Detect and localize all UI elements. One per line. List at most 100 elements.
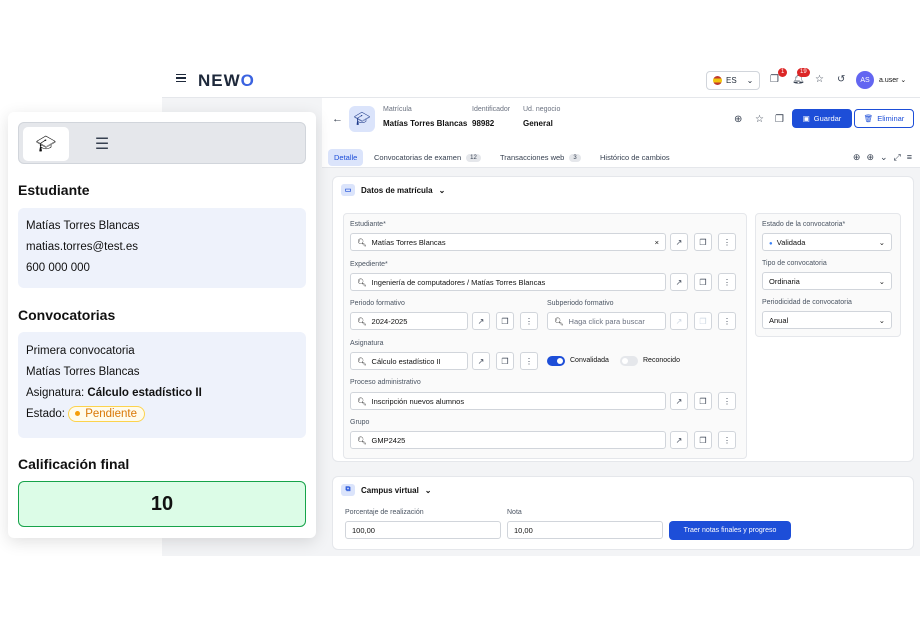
spain-flag-icon <box>713 76 722 85</box>
header-value-identificador: 98982 <box>472 119 495 128</box>
favorite-star-icon[interactable]: ☆ <box>755 114 764 125</box>
campus-virtual-header[interactable]: ⧉ Campus virtual ⌄ <box>341 484 432 496</box>
copy-icon[interactable]: ❐ <box>496 352 514 370</box>
more-options-icon[interactable]: ⋮ <box>718 273 736 291</box>
estudiante-input[interactable]: 🔍︎ Matías Torres Blancas × <box>350 233 666 251</box>
more-options-icon[interactable]: ⋮ <box>718 431 736 449</box>
expediente-label: Expediente* <box>350 261 388 268</box>
view-switcher: 🎓︎ ☰ <box>18 122 306 164</box>
copy-icon[interactable]: ❐ <box>694 233 712 251</box>
more-options-icon[interactable]: ⋮ <box>718 392 736 410</box>
back-arrow-icon[interactable]: ← <box>332 113 343 125</box>
list-menu-icon[interactable]: ≡ <box>907 152 912 163</box>
calificacion-title: Calificación final <box>18 456 130 472</box>
add-tab-icon[interactable]: ⊕ <box>853 152 861 163</box>
convalidada-label: Convalidada <box>570 357 609 364</box>
periodo-label: Periodo formativo <box>350 300 405 307</box>
more-options-icon[interactable]: ⋮ <box>520 352 538 370</box>
traer-notas-button[interactable]: Traer notas finales y progreso <box>669 521 791 540</box>
open-external-icon[interactable]: ↗ <box>472 312 490 330</box>
reconocido-toggle[interactable] <box>620 356 638 366</box>
clipboard-icon[interactable]: ❐ <box>770 74 779 85</box>
add-circle-icon[interactable]: ⊕ <box>734 114 742 125</box>
copy-icon[interactable]: ❐ <box>694 273 712 291</box>
copy-icon[interactable]: ❐ <box>694 431 712 449</box>
copy-icon[interactable]: ❐ <box>775 114 784 125</box>
search-icon: 🔍︎ <box>357 237 367 247</box>
save-button[interactable]: ▣ Guardar <box>792 109 852 128</box>
menu-icon[interactable] <box>176 74 186 82</box>
porcentaje-input[interactable]: 100,00 <box>345 521 501 539</box>
tipo-convocatoria-select[interactable]: Ordinaria ⌄ <box>762 272 892 290</box>
student-name: Matías Torres Blancas <box>26 220 140 232</box>
copy-icon[interactable]: ❐ <box>496 312 514 330</box>
open-external-icon[interactable]: ↗ <box>670 233 688 251</box>
periodicidad-select[interactable]: Anual ⌄ <box>762 311 892 329</box>
list-view-icon[interactable]: ☰ <box>79 127 125 161</box>
tab-detalle[interactable]: Detalle <box>328 149 364 166</box>
avatar[interactable]: AS <box>856 71 874 89</box>
tab-transacciones[interactable]: Transacciones web 3 <box>494 149 587 166</box>
tab-convocatorias[interactable]: Convocatorias de examen 12 <box>368 149 487 166</box>
asignatura-label: Asignatura <box>350 340 384 347</box>
chevron-down-icon: ⌄ <box>424 485 432 495</box>
more-options-icon[interactable]: ⋮ <box>718 233 736 251</box>
tab-historico[interactable]: Histórico de cambios <box>594 149 676 166</box>
search-icon: 🔍︎ <box>554 316 564 326</box>
add-icon[interactable]: ⊕ <box>866 152 874 163</box>
search-icon: 🔍︎ <box>357 316 367 326</box>
convocatorias-title: Convocatorias <box>18 307 116 323</box>
estudiante-title: Estudiante <box>18 182 90 198</box>
convalidada-toggle[interactable] <box>547 356 565 366</box>
convocatoria-name: Primera convocatoria <box>26 345 135 357</box>
user-menu[interactable]: a.user ⌄ <box>879 76 906 84</box>
subperiodo-input[interactable]: 🔍︎ Haga click para buscar <box>547 312 666 330</box>
open-external-icon[interactable]: ↗ <box>670 431 688 449</box>
chevron-down-icon[interactable]: ⌄ <box>880 152 888 163</box>
nota-label: Nota <box>507 509 522 516</box>
datos-matricula-card: ▭ Datos de matrícula ⌄ Estudiante* 🔍︎ Mat… <box>332 176 914 462</box>
header-label-matricula: Matrícula <box>383 106 412 113</box>
more-options-icon[interactable]: ⋮ <box>718 312 736 330</box>
estado-convocatoria-select[interactable]: ● Validada ⌄ <box>762 233 892 251</box>
proceso-input[interactable]: 🔍︎ Inscripción nuevos alumnos <box>350 392 666 410</box>
copy-icon[interactable]: ❐ <box>694 392 712 410</box>
expediente-input[interactable]: 🔍︎ Ingeniería de computadores / Matías To… <box>350 273 666 291</box>
grupo-input[interactable]: 🔍︎ GMP2425 <box>350 431 666 449</box>
star-icon[interactable]: ☆ <box>815 74 824 85</box>
expand-icon[interactable]: ⤢ <box>894 152 901 163</box>
asignatura-input[interactable]: 🔍︎ Cálculo estadístico II <box>350 352 468 370</box>
delete-button[interactable]: 🗑︎ Eliminar <box>854 109 914 128</box>
language-select[interactable]: ES ⌄ <box>706 71 760 90</box>
logo[interactable]: NEWO <box>198 71 255 91</box>
chevron-down-icon: ⌄ <box>878 315 885 325</box>
clear-icon[interactable]: × <box>655 238 659 247</box>
graduation-cap-view-icon[interactable]: 🎓︎ <box>23 127 69 161</box>
tab-tools: ⊕ ⊕ ⌄ ⤢ ≡ <box>853 152 912 163</box>
student-phone: 600 000 000 <box>26 262 90 274</box>
clipboard-badge: 1 <box>778 68 788 77</box>
open-external-icon[interactable]: ↗ <box>670 392 688 410</box>
more-options-icon[interactable]: ⋮ <box>520 312 538 330</box>
search-icon: 🔍︎ <box>357 277 367 287</box>
nota-input[interactable]: 10,00 <box>507 521 663 539</box>
chevron-down-icon: ⌄ <box>438 185 446 195</box>
datos-matricula-header[interactable]: ▭ Datos de matrícula ⌄ <box>341 184 445 196</box>
open-external-icon[interactable]: ↗ <box>670 273 688 291</box>
campus-icon: ⧉ <box>341 484 355 496</box>
open-external-icon[interactable]: ↗ <box>472 352 490 370</box>
history-icon[interactable]: ↺ <box>837 74 845 85</box>
chevron-down-icon: ⌄ <box>878 237 885 247</box>
header-value-matricula: Matías Torres Blancas <box>383 119 468 128</box>
estado-convocatoria-label: Estado de la convocatoria* <box>762 221 846 228</box>
tipo-convocatoria-label: Tipo de convocatoria <box>762 260 827 267</box>
periodo-input[interactable]: 🔍︎ 2024-2025 <box>350 312 468 330</box>
search-icon: 🔍︎ <box>357 356 367 366</box>
subperiodo-label: Subperiodo formativo <box>547 300 614 307</box>
tab-bar: Detalle Convocatorias de examen 12 Transa… <box>322 146 920 168</box>
summary-panel: 🎓︎ ☰ Estudiante Matías Torres Blancas ma… <box>8 112 316 538</box>
chevron-down-icon: ⌄ <box>746 76 754 85</box>
header-label-identificador: Identificador <box>472 106 511 113</box>
convocatoria-box: Primera convocatoria Matías Torres Blanc… <box>18 332 306 438</box>
student-email: matias.torres@test.es <box>26 241 139 253</box>
